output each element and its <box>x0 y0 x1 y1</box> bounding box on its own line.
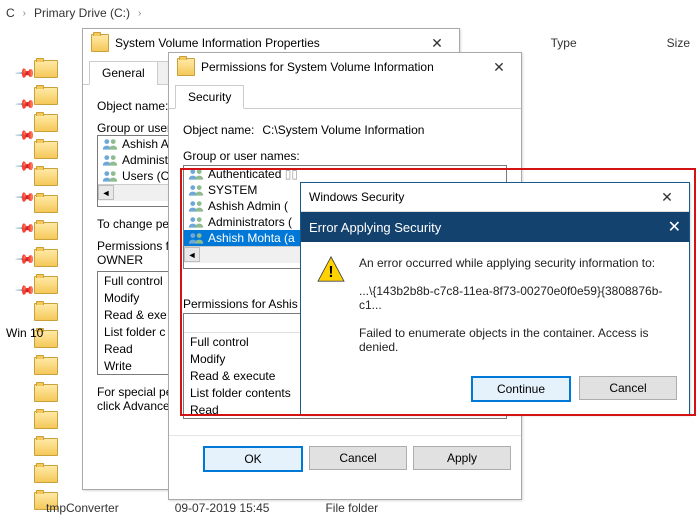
pin-icon: 📌 <box>15 248 35 268</box>
object-name-label: Object name: <box>97 99 168 113</box>
windows-security-dialog: Windows Security ✕ Error Applying Securi… <box>300 182 690 415</box>
titlebar[interactable]: Permissions for System Volume Informatio… <box>169 53 521 81</box>
object-name-value: C:\System Volume Information <box>262 123 424 137</box>
pin-icon: 📌 <box>15 186 35 206</box>
folder-icon[interactable] <box>34 114 58 132</box>
window-title: Windows Security <box>309 190 404 204</box>
folder-icon <box>91 34 109 52</box>
user-name: Administrators ( <box>208 215 292 229</box>
apply-button[interactable]: Apply <box>413 446 511 470</box>
folder-icon[interactable] <box>34 438 58 456</box>
cancel-button[interactable]: Cancel <box>579 376 677 400</box>
user-entry[interactable]: Authenticated ▯▯ <box>184 166 506 182</box>
quick-access-pins: 📌 📌 📌 📌 📌 📌 📌 📌 <box>18 65 32 296</box>
close-button[interactable]: ✕ <box>479 54 519 80</box>
folder-icon <box>177 58 195 76</box>
group-label: Group or user names: <box>183 149 507 163</box>
column-size[interactable]: Size <box>667 36 690 50</box>
explorer-columns: Type Size <box>551 36 690 50</box>
sidebar-item-win10[interactable]: Win 10 <box>6 326 43 340</box>
file-name: tmpConverter <box>46 501 119 515</box>
folder-icon[interactable] <box>34 276 58 294</box>
dialog-heading-bar: Error Applying Security ✕ <box>301 212 689 242</box>
file-date: 09-07-2019 15:45 <box>175 501 270 515</box>
column-type[interactable]: Type <box>551 36 577 50</box>
scroll-left-icon[interactable]: ◄ <box>184 247 200 262</box>
user-name: Users (O <box>122 169 170 183</box>
window-title: System Volume Information Properties <box>115 36 320 50</box>
folder-icon[interactable] <box>34 141 58 159</box>
folder-icon[interactable] <box>34 303 58 321</box>
window-title: Permissions for System Volume Informatio… <box>201 60 434 74</box>
pin-icon: 📌 <box>15 217 35 237</box>
tabstrip: Security <box>169 81 521 109</box>
error-line3: Failed to enumerate objects in the conta… <box>359 326 673 354</box>
close-icon[interactable]: ✕ <box>668 217 681 237</box>
tab-security[interactable]: Security <box>175 85 244 109</box>
breadcrumb-current[interactable]: Primary Drive (C:) <box>34 6 130 20</box>
ok-button[interactable]: OK <box>203 446 303 472</box>
pin-icon: 📌 <box>15 93 35 113</box>
folder-icon[interactable] <box>34 411 58 429</box>
scroll-left-icon[interactable]: ◄ <box>98 185 114 200</box>
explorer-folders <box>34 60 58 510</box>
object-name-label: Object name: <box>183 123 254 137</box>
titlebar[interactable]: Windows Security ✕ <box>301 183 689 212</box>
folder-icon[interactable] <box>34 465 58 483</box>
pin-icon: 📌 <box>15 62 35 82</box>
error-path: ...\{143b2b8b-c7c8-11ea-8f73-00270e0f0e5… <box>359 284 673 312</box>
pin-icon: 📌 <box>15 155 35 175</box>
warning-icon: ! <box>317 256 345 282</box>
dialog-buttons: OK Cancel Apply <box>169 435 521 482</box>
close-button[interactable]: ✕ <box>647 184 687 210</box>
dialog-heading: Error Applying Security <box>309 220 441 235</box>
folder-icon[interactable] <box>34 384 58 402</box>
folder-icon[interactable] <box>34 168 58 186</box>
cancel-button[interactable]: Cancel <box>309 446 407 470</box>
tab-general[interactable]: General <box>89 61 158 85</box>
pin-icon: 📌 <box>15 279 35 299</box>
user-name: SYSTEM <box>208 183 257 197</box>
file-type: File folder <box>325 501 378 515</box>
pin-icon: 📌 <box>15 124 35 144</box>
folder-icon[interactable] <box>34 357 58 375</box>
dialog-buttons: Continue Cancel <box>301 368 689 414</box>
folder-icon[interactable] <box>34 87 58 105</box>
user-name: Ashish A <box>122 137 169 151</box>
error-line1: An error occurred while applying securit… <box>359 256 673 270</box>
user-name: Authenticated ▯▯ <box>208 167 298 181</box>
breadcrumb-root[interactable]: C <box>6 6 15 20</box>
folder-icon[interactable] <box>34 222 58 240</box>
svg-text:!: ! <box>328 264 333 281</box>
folder-icon[interactable] <box>34 195 58 213</box>
breadcrumb[interactable]: C › Primary Drive (C:) › <box>6 6 141 20</box>
folder-icon[interactable] <box>34 249 58 267</box>
explorer-row[interactable]: tmpConverter 09-07-2019 15:45 File folde… <box>46 501 378 515</box>
chevron-right-icon: › <box>23 8 26 19</box>
user-name: Ashish Admin ( <box>208 199 288 213</box>
chevron-right-icon: › <box>138 8 141 19</box>
continue-button[interactable]: Continue <box>471 376 571 402</box>
folder-icon[interactable] <box>34 60 58 78</box>
user-name: Ashish Mohta (a <box>208 231 295 245</box>
